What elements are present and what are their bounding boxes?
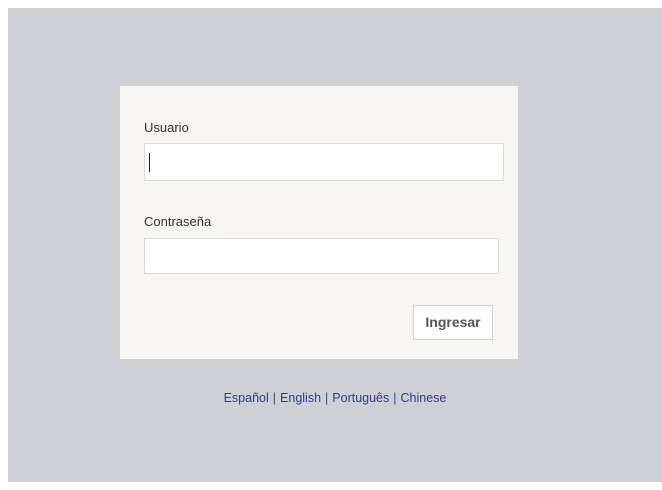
password-input[interactable]	[144, 238, 499, 274]
language-link-chinese[interactable]: Chinese	[401, 391, 447, 405]
text-cursor	[149, 153, 150, 172]
username-label: Usuario	[144, 120, 189, 135]
username-input[interactable]	[144, 143, 504, 181]
login-screen: Usuario Contraseña Ingresar Español | Engl…	[8, 8, 662, 482]
password-label: Contraseña	[144, 214, 212, 229]
language-link-portuguese[interactable]: Português	[332, 391, 389, 405]
language-selector: Español | English | Português | Chinese	[8, 391, 662, 405]
language-separator: |	[325, 391, 329, 405]
language-link-spanish[interactable]: Español	[224, 391, 269, 405]
login-panel: Usuario Contraseña Ingresar	[120, 86, 518, 359]
language-separator: |	[393, 391, 397, 405]
login-button[interactable]: Ingresar	[413, 305, 493, 340]
language-separator: |	[272, 391, 277, 405]
language-link-english[interactable]: English	[280, 391, 321, 405]
